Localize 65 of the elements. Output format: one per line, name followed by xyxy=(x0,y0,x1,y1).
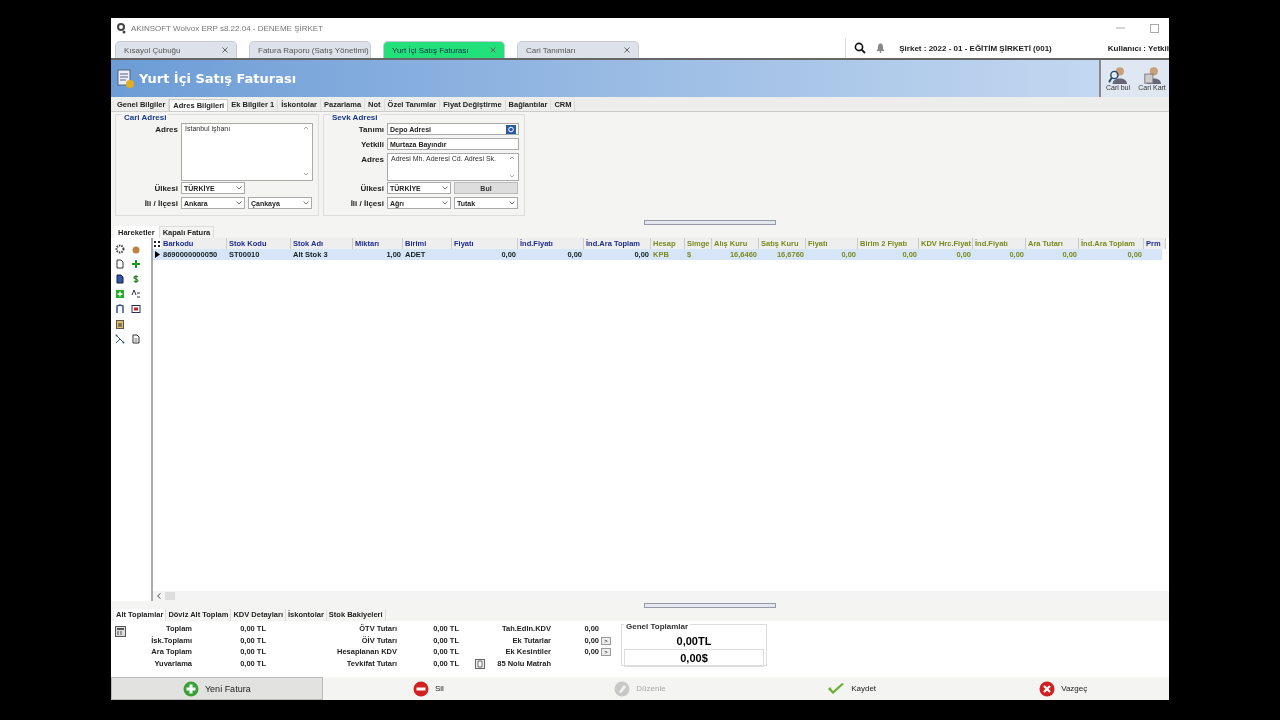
bell-icon[interactable] xyxy=(876,43,886,53)
document-tab[interactable]: Cari Tanımları xyxy=(517,41,639,58)
panel-title: Genel Toplamlar xyxy=(624,622,691,631)
user-label: Kullanıcı : Yetkil xyxy=(1107,43,1169,53)
pencil-icon xyxy=(614,680,631,697)
group-title: Cari Adresi xyxy=(122,113,169,122)
gear-icon[interactable] xyxy=(115,244,125,254)
row-pointer-icon xyxy=(154,251,160,258)
action-button[interactable]: Kaydet xyxy=(745,677,958,700)
chevron-down-icon[interactable] xyxy=(442,186,448,190)
document-tab[interactable]: Kısayol Çubuğu xyxy=(115,41,237,58)
close-icon[interactable] xyxy=(624,47,630,53)
action-button[interactable]: Vazgeç xyxy=(957,677,1169,700)
scroll-left-icon[interactable] xyxy=(157,593,161,599)
grand-total-value: 0,00TL xyxy=(675,634,713,649)
form-title: Yurt İçi Satış Faturası xyxy=(139,71,297,86)
document-icon[interactable] xyxy=(475,658,485,669)
person-search-icon xyxy=(1108,66,1128,84)
field-label: Adres xyxy=(154,124,178,134)
field-label: İli / İlçesi xyxy=(143,198,178,208)
field-label: Ülkesi xyxy=(153,183,178,193)
splitter-handle[interactable] xyxy=(644,219,776,225)
field-label: Ülkesi xyxy=(359,183,384,193)
maximize-icon[interactable] xyxy=(1149,23,1159,33)
scrollbar-arrows-icon[interactable] xyxy=(509,155,515,179)
group-title: Sevk Adresi xyxy=(330,113,380,122)
column-grip-icon xyxy=(154,240,160,247)
document-tab[interactable]: Fatura Raporu (Satış Yönetimi) xyxy=(249,41,371,58)
scrollbar-thumb[interactable] xyxy=(165,592,175,600)
splitter-handle[interactable] xyxy=(644,602,776,608)
chevron-down-icon[interactable] xyxy=(442,201,448,205)
dollar-icon[interactable] xyxy=(131,274,141,284)
scrollbar-arrows-icon[interactable] xyxy=(303,125,309,177)
chevron-down-icon[interactable] xyxy=(236,186,242,190)
chevron-down-icon[interactable] xyxy=(303,201,309,205)
calculator-icon[interactable] xyxy=(115,626,126,637)
chevron-down-icon[interactable] xyxy=(236,201,242,205)
document-icon[interactable] xyxy=(131,334,141,344)
checkmark-icon xyxy=(827,681,846,696)
close-icon[interactable] xyxy=(490,47,496,53)
clipboard-icon[interactable] xyxy=(115,319,125,329)
close-icon xyxy=(1039,680,1056,697)
add-icon[interactable] xyxy=(115,289,125,299)
field-label: Tanımı xyxy=(357,124,384,134)
add-icon[interactable] xyxy=(131,259,141,269)
app-logo-icon xyxy=(117,22,127,34)
frame-icon[interactable] xyxy=(131,304,141,314)
minus-icon xyxy=(412,680,429,697)
lookup-icon[interactable] xyxy=(506,124,516,134)
chevron-down-icon[interactable] xyxy=(509,201,515,205)
grand-total-value: 0,00$ xyxy=(624,649,764,667)
person-card-icon xyxy=(1142,66,1162,84)
text-format-icon[interactable] xyxy=(131,289,141,299)
company-label: Şirket : 2022 - 01 - EĞİTİM ŞİRKETİ (001) xyxy=(899,43,1052,53)
field-label: Adres xyxy=(360,154,384,164)
field-label: İli / İlçesi xyxy=(349,198,384,208)
add-icon xyxy=(182,680,199,697)
action-button[interactable]: Sil xyxy=(322,677,535,700)
action-button[interactable]: Yeni Fatura xyxy=(111,677,323,700)
search-icon[interactable] xyxy=(854,42,867,54)
invoice-icon xyxy=(117,68,135,89)
field-label: Yetkili xyxy=(359,139,384,149)
window-title: AKINSOFT Wolvox ERP s8.22.04 - DENEME ŞİRKET xyxy=(131,23,324,33)
document-tab[interactable]: Yurt İçi Satış Faturası xyxy=(383,41,505,58)
close-icon[interactable] xyxy=(222,47,228,53)
